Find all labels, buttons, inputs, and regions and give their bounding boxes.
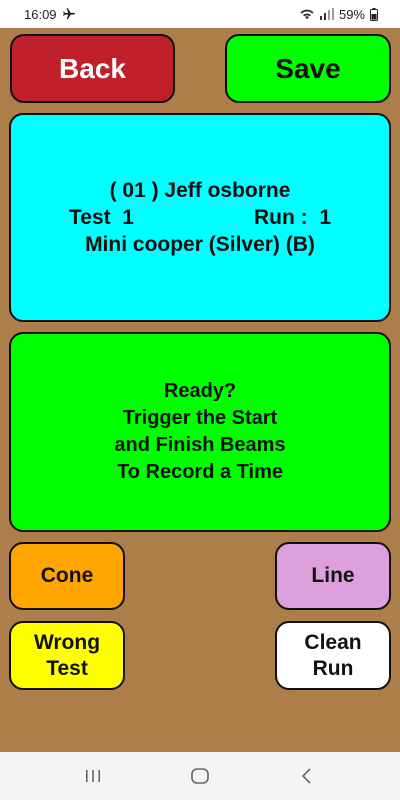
battery-percent: 59% bbox=[338, 6, 365, 22]
ready-panel: Ready? Trigger the Start and Finish Beam… bbox=[9, 332, 391, 532]
ready-line-2: Trigger the Start bbox=[122, 407, 278, 429]
line-button-label: Line bbox=[311, 564, 355, 587]
system-nav-bar bbox=[0, 752, 400, 800]
ready-line-1: Ready? bbox=[163, 380, 237, 402]
wrong-test-label-1: Wrong bbox=[33, 630, 101, 654]
wrong-test-label-2: Test bbox=[46, 656, 88, 680]
home-icon[interactable] bbox=[180, 756, 220, 796]
test-run-row: Test 1 Run : 1 bbox=[69, 204, 331, 231]
airplane-mode-icon bbox=[62, 7, 76, 21]
test-number: Test 1 bbox=[69, 206, 134, 229]
ready-line-4: To Record a Time bbox=[117, 461, 283, 483]
status-right: 59% bbox=[299, 7, 378, 22]
line-button[interactable]: Line bbox=[275, 542, 391, 610]
recent-apps-icon[interactable] bbox=[73, 756, 113, 796]
save-button-label: Save bbox=[275, 52, 341, 84]
driver-name: ( 01 ) Jeff osborne bbox=[109, 179, 291, 202]
status-left: 16:09 bbox=[24, 7, 76, 22]
wifi-icon bbox=[299, 7, 315, 21]
car-description: Mini cooper (Silver) (B) bbox=[85, 233, 315, 256]
status-bar: 16:09 59% bbox=[0, 0, 400, 28]
cone-button[interactable]: Cone bbox=[9, 542, 125, 610]
back-button-label: Back bbox=[59, 52, 126, 84]
status-time: 16:09 bbox=[24, 6, 57, 22]
clean-run-label-2: Run bbox=[312, 656, 354, 680]
back-nav-icon[interactable] bbox=[287, 756, 327, 796]
clean-run-button[interactable]: Clean Run bbox=[275, 621, 391, 690]
battery-icon bbox=[370, 7, 378, 21]
wrong-test-button[interactable]: Wrong Test bbox=[9, 621, 125, 690]
run-number: Run : 1 bbox=[254, 206, 331, 229]
signal-icon bbox=[319, 8, 334, 20]
driver-info-panel: ( 01 ) Jeff osborne Test 1 Run : 1 Mini … bbox=[9, 113, 391, 322]
save-button[interactable]: Save bbox=[225, 34, 391, 103]
clean-run-label-1: Clean bbox=[304, 630, 362, 654]
ready-line-3: and Finish Beams bbox=[114, 434, 286, 456]
cone-button-label: Cone bbox=[40, 564, 94, 587]
back-button[interactable]: Back bbox=[10, 34, 175, 103]
